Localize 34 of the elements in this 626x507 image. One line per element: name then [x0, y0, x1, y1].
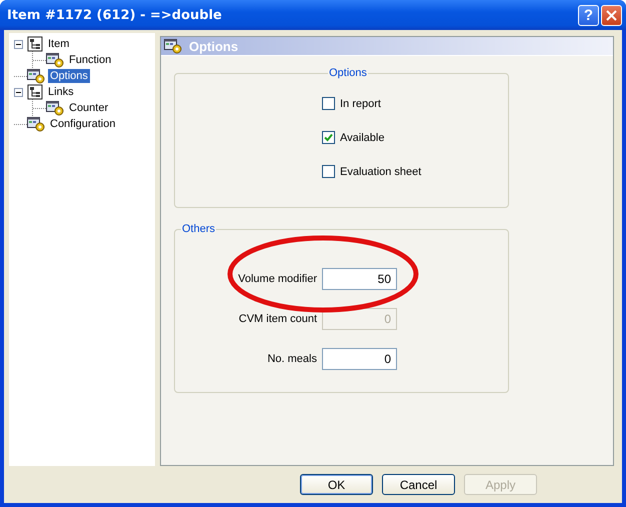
- tree-item[interactable]: Configuration: [48, 117, 118, 131]
- tree-item[interactable]: Item: [46, 37, 72, 51]
- help-button[interactable]: ?: [578, 4, 599, 26]
- tree-item[interactable]: Function: [67, 53, 114, 67]
- dialog-button[interactable]: OK: [300, 474, 373, 495]
- window-gear-icon: [46, 52, 64, 68]
- dialog-button[interactable]: Cancel: [382, 474, 455, 495]
- tree-item[interactable]: Counter: [67, 101, 110, 115]
- window-gear-icon: [27, 116, 45, 132]
- collapse-toggle[interactable]: [14, 88, 23, 96]
- checkbox-label: Available: [340, 132, 384, 144]
- close-button[interactable]: [601, 4, 622, 26]
- window-title: Item #1172 (612) - =>double: [7, 8, 223, 22]
- panel-title: Options: [189, 38, 238, 54]
- group-title: Others: [181, 223, 216, 235]
- checkbox[interactable]: [322, 97, 335, 110]
- checkbox-label: In report: [340, 98, 381, 110]
- group-title: Options: [328, 67, 368, 79]
- tree-structure-icon: [27, 84, 43, 100]
- close-icon: [606, 10, 617, 20]
- tree-item[interactable]: Links: [46, 85, 76, 99]
- number-field[interactable]: 50: [322, 268, 397, 290]
- field-label: CVM item count: [238, 313, 318, 325]
- window-gear-icon: [27, 68, 45, 84]
- tree-item[interactable]: Options: [48, 69, 90, 83]
- field-label: Volume modifier: [237, 273, 318, 285]
- window-gear-icon: [46, 100, 64, 116]
- collapse-toggle[interactable]: [14, 40, 23, 48]
- field-label: No. meals: [266, 353, 318, 365]
- tree-structure-icon: [27, 36, 43, 52]
- checkbox-label: Evaluation sheet: [340, 166, 422, 178]
- number-field[interactable]: 0: [322, 348, 397, 370]
- checkbox[interactable]: [322, 131, 335, 144]
- checkbox[interactable]: [322, 165, 335, 178]
